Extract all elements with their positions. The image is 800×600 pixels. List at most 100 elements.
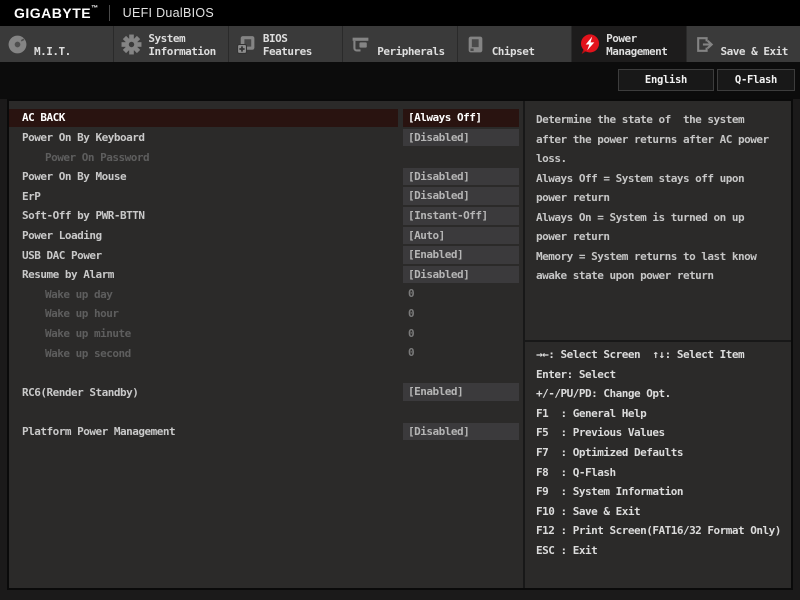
setting-label-zone: AC BACK (9, 108, 398, 128)
tab-save-exit[interactable]: Save & Exit (685, 26, 800, 62)
main-panel: AC BACK [Always Off] Power On By Keyboard [… (7, 99, 793, 590)
setting-value: 0 (408, 287, 415, 301)
header-divider (108, 5, 110, 21)
setting-value[interactable]: [Disabled] (403, 187, 519, 205)
setting-row-platform-power-management[interactable]: Platform Power Management [Disabled] (9, 422, 523, 442)
setting-value[interactable]: [Auto] (403, 226, 519, 245)
help-line: power return (536, 230, 610, 243)
chipset-chip-icon (465, 34, 486, 55)
setting-label: Wake up minute (45, 326, 131, 340)
hotkey-line: ESC : Exit (536, 543, 598, 557)
help-line: Determine the state of the system (536, 113, 745, 126)
row-spacer (9, 402, 523, 422)
hotkey-line: F12 : Print Screen(FAT16/32 Format Only) (536, 524, 781, 538)
setting-label: Power On Password (45, 150, 150, 164)
mit-dial-icon (7, 34, 28, 55)
tab-peripherals[interactable]: Peripherals (342, 26, 456, 62)
product-title: UEFI DualBIOS (122, 6, 215, 20)
setting-value[interactable]: [Enabled] (403, 383, 519, 401)
peripherals-device-icon (350, 34, 371, 55)
setting-row-resume-by-alarm[interactable]: Resume by Alarm [Disabled] (9, 265, 523, 285)
setting-row-power-on-by-keyboard[interactable]: Power On By Keyboard [Disabled] (9, 128, 523, 148)
hotkey-line: F9 : System Information (536, 485, 683, 499)
setting-value[interactable]: [Instant-Off] (403, 206, 519, 225)
setting-label: Wake up second (45, 346, 131, 360)
help-line: Memory = System returns to last know (536, 249, 757, 263)
setting-row-usb-dac-power[interactable]: USB DAC Power [Enabled] (9, 245, 523, 265)
setting-label-zone: RC6(Render Standby) (9, 383, 398, 402)
setting-value[interactable]: [Always Off] (403, 109, 519, 127)
setting-value[interactable]: [Disabled] (403, 422, 519, 441)
setting-label-zone: Wake up second (9, 344, 398, 363)
setting-row-power-loading[interactable]: Power Loading [Auto] (9, 226, 523, 246)
setting-row-erp[interactable]: ErP [Disabled] (9, 186, 523, 206)
setting-row-wake-up-day: Wake up day 0 (9, 284, 523, 304)
setting-label: Platform Power Management (22, 424, 176, 438)
save-exit-door-icon (694, 34, 715, 55)
hotkey-line: F10 : Save & Exit (536, 504, 641, 518)
tab-label: Peripherals (377, 45, 445, 58)
settings-list: AC BACK [Always Off] Power On By Keyboard [… (9, 101, 523, 588)
help-line: loss. (536, 152, 567, 165)
system-information-gear-icon (121, 34, 142, 55)
setting-label-zone: Wake up day (9, 285, 398, 304)
tab-system-information[interactable]: System Information (113, 26, 227, 62)
setting-label: ErP (22, 189, 41, 203)
setting-row-ac-back[interactable]: AC BACK [Always Off] (9, 108, 523, 128)
setting-row-wake-up-minute: Wake up minute 0 (9, 324, 523, 344)
tab-label: BIOS Features (262, 32, 312, 58)
hotkey-line: F5 : Previous Values (536, 426, 665, 440)
help-line: power return (536, 191, 610, 204)
hotkey-list: →←: Select Screen ↑↓: Select Item Enter: … (536, 345, 785, 561)
setting-label: USB DAC Power (22, 248, 102, 262)
setting-value: 0 (408, 346, 415, 360)
hotkey-line: F7 : Optimized Defaults (536, 445, 683, 459)
setting-label: Power On By Keyboard (22, 130, 145, 144)
power-management-bolt-icon (579, 33, 600, 55)
help-line: Always On = System is turned on up (536, 210, 745, 224)
setting-row-power-on-by-mouse[interactable]: Power On By Mouse [Disabled] (9, 167, 523, 187)
tab-label: Power Management (606, 32, 668, 58)
setting-row-rc6-render-standby[interactable]: RC6(Render Standby) [Enabled] (9, 382, 523, 402)
setting-row-wake-up-hour: Wake up hour 0 (9, 304, 523, 324)
setting-value[interactable]: [Disabled] (403, 167, 519, 186)
uefi-bios-screen: GIGABYTE™ UEFI DualBIOS M.I.T. System Inf… (0, 0, 800, 600)
gigabyte-logo: GIGABYTE™ (14, 5, 99, 21)
setting-row-power-on-password: Power On Password (9, 147, 523, 167)
brand-text: GIGABYTE (14, 5, 92, 21)
setting-label-zone: Resume by Alarm (9, 265, 398, 284)
setting-row-soft-off-by-pwr-bttn[interactable]: Soft-Off by PWR-BTTN [Instant-Off] (9, 206, 523, 226)
setting-label-zone: Power On By Keyboard (9, 128, 398, 147)
help-line: Always Off = System stays off upon (536, 171, 745, 185)
setting-label: AC BACK (22, 111, 65, 125)
trademark-symbol: ™ (91, 5, 99, 12)
setting-row-wake-up-second: Wake up second 0 (9, 343, 523, 363)
setting-label-zone: Power Loading (9, 226, 398, 245)
language-button[interactable]: English (618, 69, 714, 91)
bios-features-chip-plus-icon (236, 34, 257, 55)
help-text: Determine the state of the system after t… (536, 110, 785, 286)
tab-label: M.I.T. (34, 45, 71, 58)
tab-m-i-t[interactable]: M.I.T. (0, 26, 113, 62)
qflash-button[interactable]: Q-Flash (717, 69, 795, 91)
setting-label-zone: ErP (9, 187, 398, 206)
setting-value[interactable]: [Disabled] (403, 265, 519, 284)
setting-label: Resume by Alarm (22, 268, 114, 282)
setting-value: 0 (408, 326, 415, 340)
setting-value[interactable]: [Disabled] (403, 128, 519, 147)
tab-bios-features[interactable]: BIOS Features (227, 26, 342, 62)
setting-label-zone: Power On By Mouse (9, 167, 398, 186)
hotkey-line: Enter: Select (536, 367, 616, 381)
setting-label: Power Loading (22, 228, 102, 242)
row-spacer (9, 363, 523, 383)
sub-bar: English Q-Flash (0, 62, 800, 99)
tab-label: Chipset (491, 45, 535, 58)
help-sidebar: Determine the state of the system after t… (525, 101, 791, 588)
tab-chipset[interactable]: Chipset (456, 26, 571, 62)
hotkey-line: F1 : General Help (536, 406, 647, 420)
hotkey-line: F8 : Q-Flash (536, 465, 616, 479)
setting-value[interactable]: [Enabled] (403, 246, 519, 264)
tab-bar: M.I.T. System Information BIOS Features Per… (0, 26, 800, 62)
tab-power-management[interactable]: Power Management (571, 26, 686, 62)
setting-label: Wake up day (45, 287, 113, 301)
